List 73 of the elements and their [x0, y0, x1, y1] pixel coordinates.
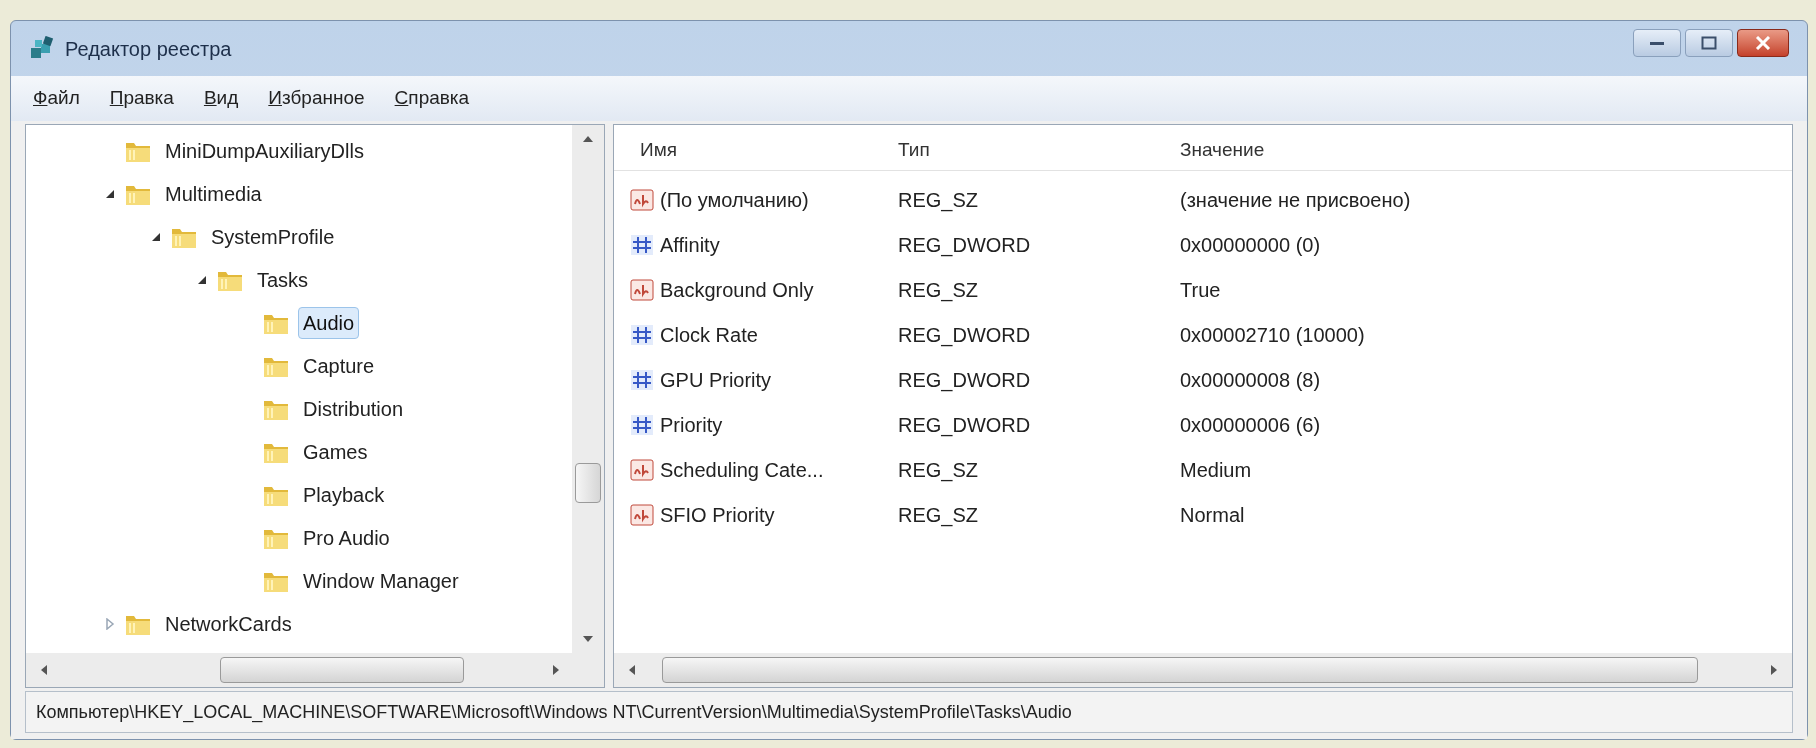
minimize-button[interactable]	[1633, 29, 1681, 57]
value-name[interactable]: Scheduling Cate...	[660, 454, 824, 485]
maximize-button[interactable]	[1685, 29, 1733, 57]
value-type: REG_SZ	[898, 277, 980, 304]
scroll-left-icon	[40, 664, 48, 676]
value-type: REG_SZ	[898, 457, 980, 484]
close-button[interactable]	[1737, 29, 1789, 57]
value-name[interactable]: (По умолчанию)	[660, 184, 809, 215]
tree-item[interactable]: Pro Audio	[298, 521, 395, 554]
grid-value-icon	[630, 233, 654, 256]
value-name[interactable]: GPU Priority	[660, 364, 772, 395]
menu-item[interactable]: Справка	[394, 84, 470, 113]
text-value-icon	[630, 458, 654, 481]
collapsed-arrow-icon[interactable]	[104, 617, 116, 630]
tree-item[interactable]: Playback	[298, 478, 390, 511]
status-bar: Компьютер\HKEY_LOCAL_MACHINE\SOFTWARE\Microsoft\Windows NT\CurrentVersion\Multimedia\SystemProfile\Tasks\Audio	[25, 691, 1793, 733]
value-type: REG_DWORD	[898, 322, 1032, 349]
text-value-icon	[630, 503, 654, 526]
value-data: 0x00000006 (6)	[1180, 412, 1322, 438]
value-data: 0x00000000 (0)	[1180, 232, 1322, 258]
column-header[interactable]: Тип	[898, 136, 1180, 165]
value-name[interactable]: Priority	[660, 409, 723, 440]
grid-value-icon	[630, 413, 654, 436]
tree-item[interactable]: Multimedia	[160, 177, 267, 210]
value-name[interactable]: SFIO Priority	[660, 499, 775, 530]
value-data: 0x00002710 (10000)	[1180, 322, 1366, 348]
tree-item[interactable]: Capture	[298, 349, 380, 382]
value-data: Medium	[1180, 457, 1253, 483]
horizontal-scrollbar[interactable]	[26, 653, 604, 687]
value-type: REG_SZ	[898, 187, 980, 214]
tree-item[interactable]: Games	[298, 435, 373, 468]
grid-value-icon	[630, 368, 654, 391]
minimize-icon	[1649, 40, 1665, 46]
scroll-up-icon	[582, 135, 594, 143]
tree-item[interactable]: SystemProfile	[206, 220, 340, 253]
tree-item[interactable]: NetworkCards	[160, 607, 297, 640]
value-data: Normal	[1180, 502, 1246, 528]
tree-item[interactable]: Audio	[298, 306, 360, 339]
scroll-right-icon	[552, 664, 560, 676]
window-title: Редактор реестра	[65, 36, 232, 62]
menu-item[interactable]: Вид	[203, 84, 239, 113]
scrollbar-thumb[interactable]	[662, 657, 1698, 683]
value-data: (значение не присвоено)	[1180, 187, 1412, 213]
tree-item[interactable]: Window Manager	[298, 564, 464, 597]
value-type: REG_DWORD	[898, 232, 1032, 259]
value-type: REG_SZ	[898, 502, 980, 529]
value-type: REG_DWORD	[898, 367, 1032, 394]
horizontal-scrollbar[interactable]	[614, 653, 1792, 687]
scrollbar-thumb[interactable]	[220, 657, 464, 683]
column-header[interactable]: Имя	[614, 136, 898, 165]
scroll-down-icon	[582, 635, 594, 643]
scroll-left-icon	[628, 664, 636, 676]
maximize-icon	[1701, 36, 1717, 50]
value-data: 0x00000008 (8)	[1180, 367, 1322, 393]
vertical-scrollbar[interactable]	[572, 125, 604, 653]
grid-value-icon	[630, 323, 654, 346]
tree-item[interactable]: Tasks	[252, 263, 314, 296]
scroll-right-icon	[1770, 664, 1778, 676]
tree-item[interactable]: MiniDumpAuxiliaryDlls	[160, 134, 369, 167]
menu-item[interactable]: Избранное	[268, 84, 365, 113]
menu-item[interactable]: Правка	[109, 84, 174, 113]
value-type: REG_DWORD	[898, 412, 1032, 439]
tree-item[interactable]: Distribution	[298, 392, 409, 425]
column-header[interactable]: Значение	[1180, 136, 1792, 165]
value-name[interactable]: Background Only	[660, 274, 814, 305]
value-data: True	[1180, 277, 1222, 303]
close-icon	[1755, 36, 1771, 50]
text-value-icon	[630, 278, 654, 301]
menu-item[interactable]: Файл	[33, 84, 80, 113]
text-value-icon	[630, 188, 654, 211]
value-name[interactable]: Affinity	[660, 229, 720, 260]
value-name[interactable]: Clock Rate	[660, 319, 758, 350]
scrollbar-thumb[interactable]	[575, 463, 601, 503]
